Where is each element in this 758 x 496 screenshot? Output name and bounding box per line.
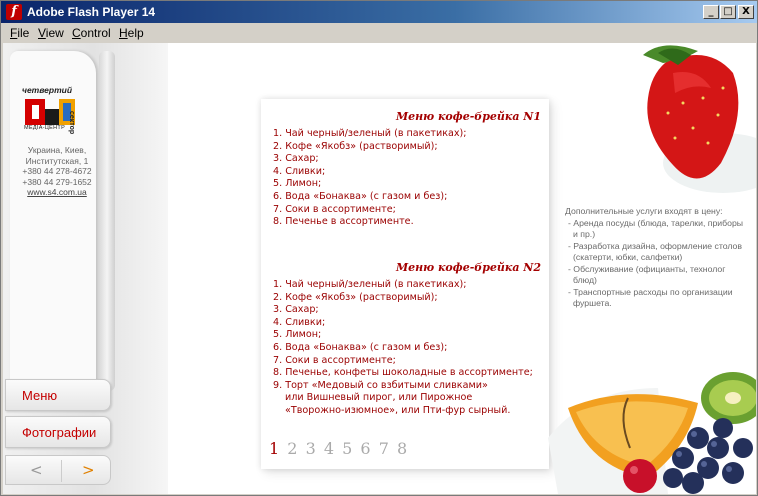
contact-line: Украина, Киев,: [27, 145, 87, 155]
extras-heading: Дополнительные услуги входят в цену:: [565, 206, 723, 216]
title-bar: f Adobe Flash Player 14 _ □ X: [1, 1, 757, 23]
page-link[interactable]: 3: [306, 439, 316, 458]
minimize-button[interactable]: _: [703, 5, 719, 19]
list-item: 4. Сливки;: [273, 316, 326, 328]
menu-file[interactable]: File: [10, 26, 29, 40]
contact-line: +380 44 278-4672: [22, 166, 92, 176]
list-item: - Разработка дизайна, оформление столов …: [568, 240, 742, 263]
list-item: 2. Кофе «Якобз» (растворимый);: [273, 291, 438, 303]
page-link[interactable]: 1: [269, 439, 279, 458]
list-item: - Транспортные расходы по организации фу…: [568, 286, 733, 309]
list-item: 7. Соки в ассортименте;: [273, 203, 396, 215]
page-link[interactable]: 2: [287, 439, 297, 458]
list-item: 8. Печенье в ассортименте.: [273, 216, 414, 228]
contact-line: +380 44 279-1652: [22, 176, 92, 187]
prev-arrow-button[interactable]: <: [30, 461, 43, 479]
list-item: «Творожно-изюмное», или Пти-фур сырный.: [285, 404, 511, 416]
menu1-title: Меню кофе-брейка N1: [395, 110, 541, 123]
menu2-list: 1. Чай черный/зеленый (в пакетиках); 2. …: [273, 279, 533, 418]
website-link[interactable]: www.s4.com.ua: [14, 187, 100, 198]
logo-text-side: сектор: [68, 111, 75, 135]
list-item: 7. Соки в ассортименте;: [273, 354, 396, 366]
list-item: 8. Печенье, конфеты шоколадные в ассорти…: [273, 367, 533, 379]
app-window: f Adobe Flash Player 14 _ □ X File View …: [0, 0, 758, 496]
arrow-divider: [61, 460, 62, 482]
page-link[interactable]: 8: [397, 439, 407, 458]
flash-player-icon: f: [6, 4, 22, 20]
list-item: 3. Сахар;: [273, 304, 319, 316]
logo-card: четвертий сектор МЕДІА-ЦЕНТР Украина, Ки…: [10, 51, 96, 386]
fruit-image: [548, 372, 756, 494]
menu-button[interactable]: Меню: [5, 379, 111, 411]
list-item: 6. Вода «Бонаква» (с газом и без);: [273, 190, 448, 202]
close-button[interactable]: X: [738, 5, 754, 19]
list-item: 2. Кофе «Якобз» (растворимый);: [273, 140, 438, 152]
extra-services: Дополнительные услуги входят в цену: - А…: [565, 206, 745, 310]
menu-bar: File View Control Help: [1, 23, 757, 42]
logo-text-bottom: МЕДІА-ЦЕНТР: [24, 125, 66, 131]
list-item: 5. Лимон;: [273, 329, 322, 341]
list-item: или Вишневый пирог, или Пирожное: [285, 392, 473, 404]
decorative-strip: [99, 51, 115, 391]
list-item: 1. Чай черный/зеленый (в пакетиках);: [273, 279, 467, 290]
pagination: 1 2 3 4 5 6 7 8: [269, 439, 410, 458]
list-item: 4. Сливки;: [273, 165, 326, 177]
menu-view[interactable]: View: [38, 26, 64, 40]
menu2-title: Меню кофе-брейка N2: [395, 261, 541, 274]
logo-text-top: четвертий: [22, 85, 73, 95]
contact-info: Украина, Киев, Институтская, 1 +380 44 2…: [14, 145, 100, 198]
strawberry-image: [643, 45, 756, 193]
next-arrow-button[interactable]: >: [82, 461, 95, 479]
menu-control[interactable]: Control: [72, 26, 111, 40]
list-item: 1. Чай черный/зеленый (в пакетиках);: [273, 128, 467, 139]
menu-help[interactable]: Help: [119, 26, 144, 40]
left-panel: четвертий сектор МЕДІА-ЦЕНТР Украина, Ки…: [3, 43, 168, 494]
menu-card: Меню кофе-брейка N1 1. Чай черный/зелены…: [261, 99, 549, 469]
window-title: Adobe Flash Player 14: [27, 5, 156, 19]
nav-arrows: < >: [5, 455, 111, 485]
maximize-button[interactable]: □: [720, 5, 736, 19]
page-link[interactable]: 7: [379, 439, 389, 458]
list-item: - Обслуживание (официанты, технолог блюд…: [568, 263, 726, 286]
list-item: - Аренда посуды (блюда, тарелки, приборы…: [568, 217, 744, 240]
menu1-list: 1. Чай черный/зеленый (в пакетиках); 2. …: [273, 128, 467, 229]
list-item: 5. Лимон;: [273, 178, 322, 190]
page-link[interactable]: 5: [342, 439, 352, 458]
page-link[interactable]: 6: [360, 439, 370, 458]
flash-stage: четвертий сектор МЕДІА-ЦЕНТР Украина, Ки…: [3, 43, 756, 494]
page-link[interactable]: 4: [324, 439, 334, 458]
extras-list: - Аренда посуды (блюда, тарелки, приборы…: [565, 218, 745, 310]
list-item: 9. Торт «Медовый со взбитыми сливками»: [273, 379, 488, 391]
photos-button[interactable]: Фотографии: [5, 416, 111, 448]
list-item: 6. Вода «Бонаква» (с газом и без);: [273, 341, 448, 353]
contact-line: Институтская, 1: [25, 155, 89, 166]
list-item: 3. Сахар;: [273, 153, 319, 165]
